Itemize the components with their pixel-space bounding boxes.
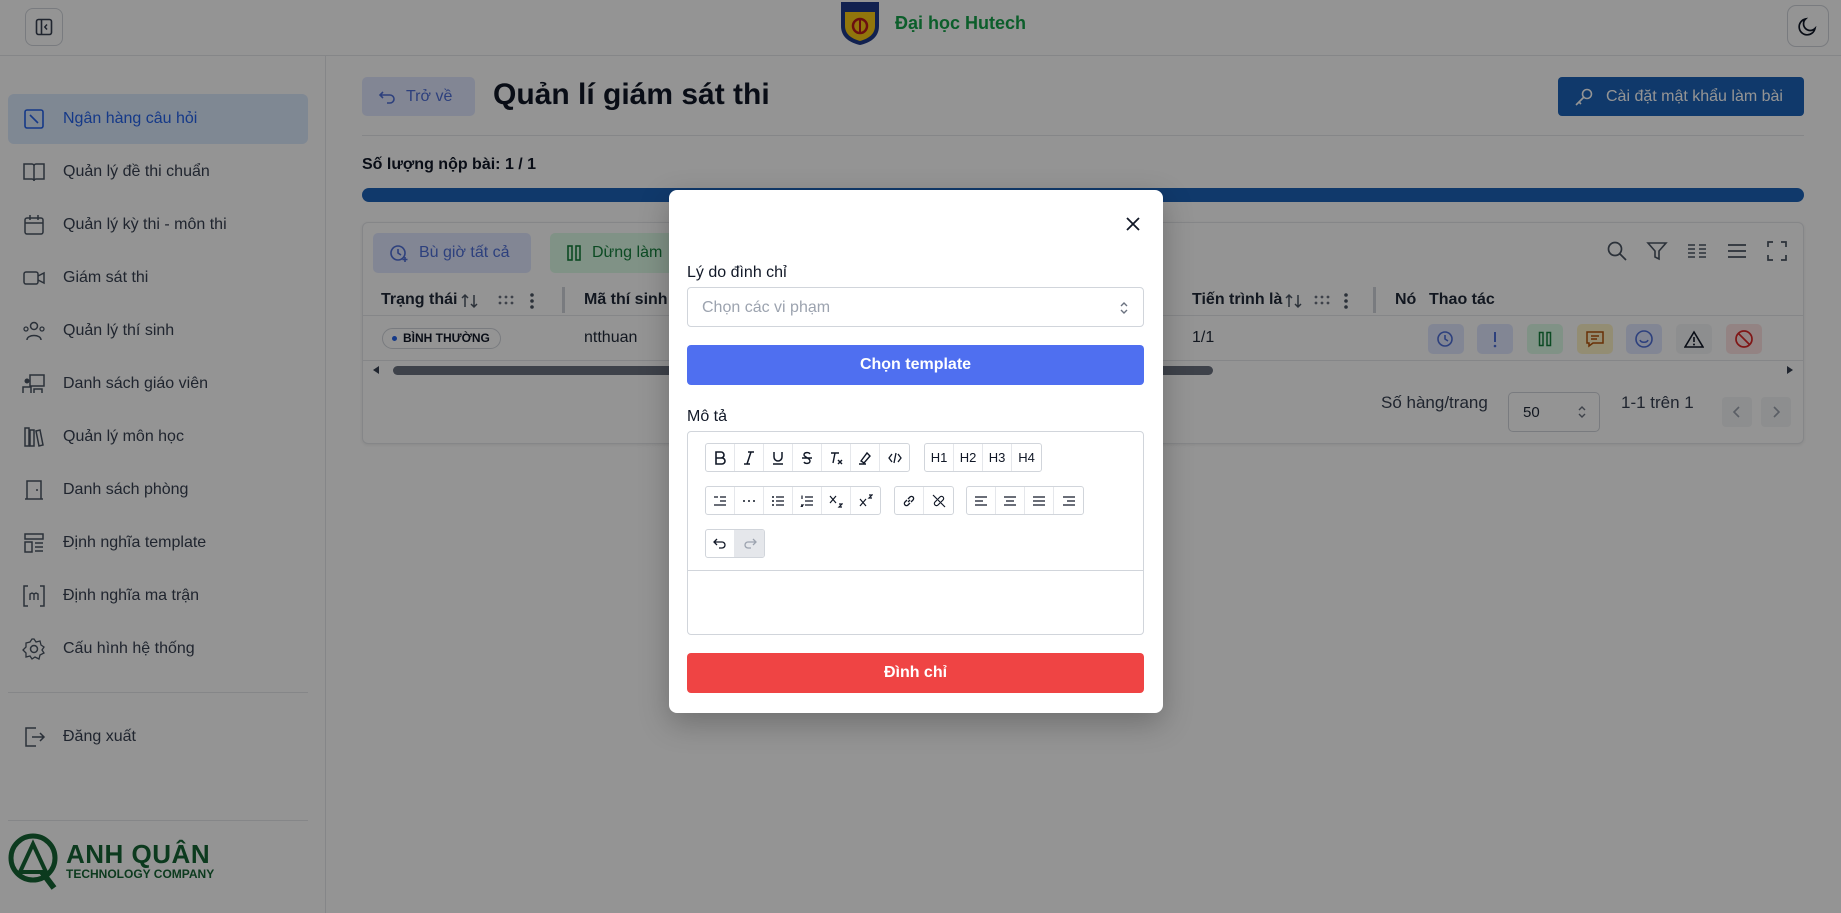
close-button[interactable] bbox=[1121, 212, 1145, 236]
history-group bbox=[705, 529, 765, 558]
ordered-list-button[interactable] bbox=[793, 487, 822, 514]
align-center-icon bbox=[1004, 495, 1016, 506]
strikethrough-button[interactable] bbox=[793, 444, 822, 471]
strikethrough-icon bbox=[802, 451, 812, 464]
code-icon bbox=[887, 452, 902, 463]
suspend-candidate-dialog: Lý do đình chỉ Chọn các vi phạm Chọn tem… bbox=[669, 190, 1163, 713]
rich-text-editor: H1 H2 H3 H4 bbox=[687, 431, 1144, 635]
subscript-icon bbox=[829, 495, 843, 508]
horizontal-rule-icon bbox=[743, 499, 755, 502]
suspend-button[interactable]: Đình chỉ bbox=[687, 653, 1144, 693]
superscript-icon bbox=[859, 493, 873, 506]
unlink-button[interactable] bbox=[924, 487, 953, 514]
blockquote-button[interactable] bbox=[706, 487, 735, 514]
block-format-group bbox=[705, 486, 881, 515]
underline-icon bbox=[773, 451, 783, 465]
description-label: Mô tả bbox=[687, 408, 728, 425]
bullet-list-button[interactable] bbox=[764, 487, 793, 514]
unlink-icon bbox=[932, 494, 945, 507]
italic-icon bbox=[744, 450, 754, 465]
highlight-button[interactable] bbox=[851, 444, 880, 471]
horizontal-rule-button[interactable] bbox=[735, 487, 764, 514]
subscript-button[interactable] bbox=[822, 487, 851, 514]
bold-button[interactable] bbox=[706, 444, 735, 471]
redo-icon bbox=[743, 538, 757, 549]
quote-icon bbox=[714, 495, 726, 506]
heading-3-button[interactable]: H3 bbox=[983, 444, 1012, 471]
bold-icon bbox=[715, 450, 726, 465]
choose-template-button[interactable]: Chọn template bbox=[687, 345, 1144, 385]
chevron-up-down-icon bbox=[1120, 302, 1128, 314]
heading-2-button[interactable]: H2 bbox=[954, 444, 983, 471]
text-format-group bbox=[705, 443, 910, 472]
heading-group: H1 H2 H3 H4 bbox=[924, 443, 1042, 472]
heading-1-button[interactable]: H1 bbox=[925, 444, 954, 471]
close-icon bbox=[1126, 217, 1140, 231]
link-group bbox=[894, 486, 954, 515]
bullet-list-icon bbox=[772, 495, 784, 506]
violation-select-placeholder: Chọn các vi phạm bbox=[702, 299, 831, 316]
link-icon bbox=[903, 495, 915, 506]
align-center-button[interactable] bbox=[996, 487, 1025, 514]
undo-button[interactable] bbox=[706, 530, 735, 557]
align-justify-button[interactable] bbox=[1025, 487, 1054, 514]
description-editor-input[interactable] bbox=[688, 570, 1143, 634]
highlighter-icon bbox=[859, 451, 871, 465]
suspend-reason-label: Lý do đình chỉ bbox=[687, 264, 787, 281]
align-right-button[interactable] bbox=[1054, 487, 1083, 514]
clear-format-icon bbox=[831, 451, 843, 464]
align-justify-icon bbox=[1033, 495, 1045, 506]
align-left-button[interactable] bbox=[967, 487, 996, 514]
code-button[interactable] bbox=[880, 444, 909, 471]
clear-format-button[interactable] bbox=[822, 444, 851, 471]
italic-button[interactable] bbox=[735, 444, 764, 471]
heading-4-button[interactable]: H4 bbox=[1012, 444, 1041, 471]
align-left-icon bbox=[975, 495, 987, 506]
superscript-button[interactable] bbox=[851, 487, 880, 514]
align-right-icon bbox=[1062, 495, 1075, 506]
ordered-list-icon bbox=[800, 495, 813, 507]
link-button[interactable] bbox=[895, 487, 924, 514]
underline-button[interactable] bbox=[764, 444, 793, 471]
alignment-group bbox=[966, 486, 1084, 515]
redo-button[interactable] bbox=[735, 530, 764, 557]
violation-select[interactable]: Chọn các vi phạm bbox=[687, 287, 1144, 327]
undo-icon bbox=[713, 538, 726, 549]
